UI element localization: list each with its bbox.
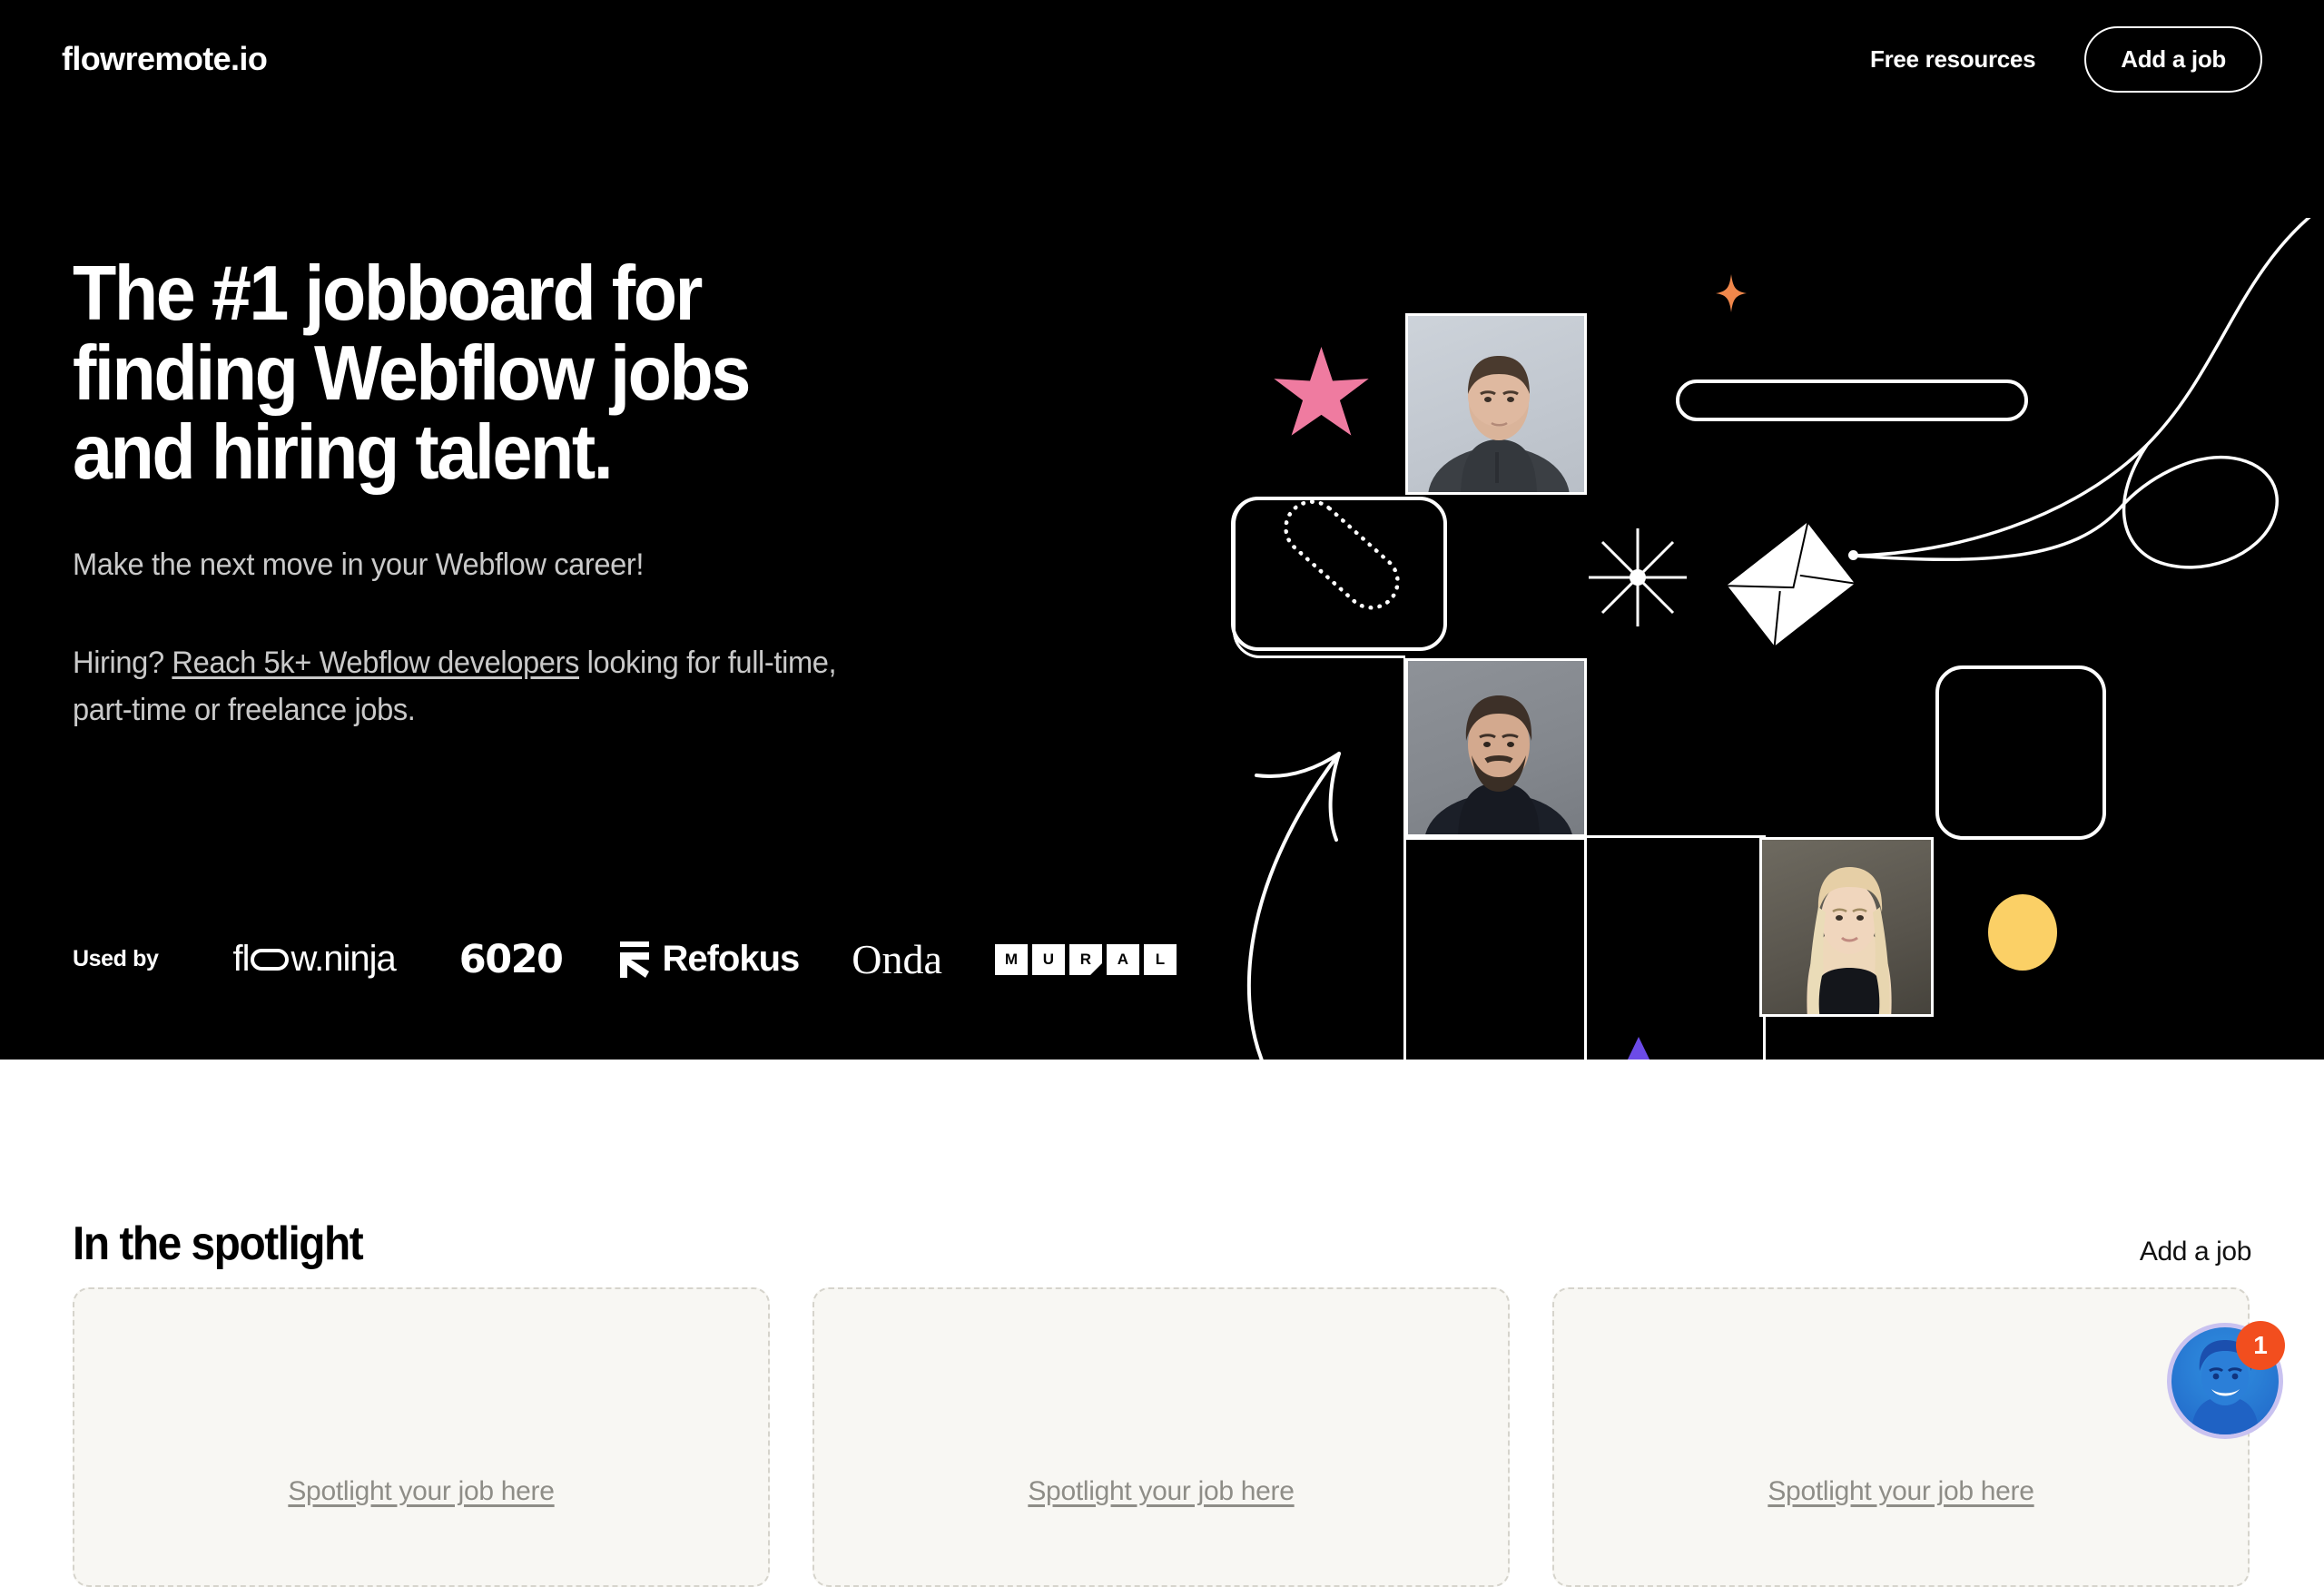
envelope-icon [1725, 520, 1857, 649]
chat-unread-badge: 1 [2236, 1321, 2285, 1370]
spotlight-header: In the spotlight Add a job [73, 1217, 2251, 1271]
portrait-bearded-man [1405, 658, 1587, 837]
mural-tile-a: A [1106, 943, 1139, 975]
grid-line-h3 [1403, 1020, 1406, 1060]
spotlight-your-job-link[interactable]: Spotlight your job here [1028, 1476, 1295, 1507]
logo-onda: Onda [852, 936, 942, 982]
used-by-label: Used by [73, 946, 159, 971]
mural-tile-u: U [1031, 943, 1065, 975]
purple-triangle [1613, 1037, 1664, 1060]
swirl-line [1852, 218, 2311, 569]
pink-star-icon [1274, 347, 1369, 436]
curved-arrow-icon [1246, 752, 1341, 1060]
mural-tile-m: M [994, 943, 1028, 975]
page-title: The #1 jobboard for finding Webflow jobs… [73, 251, 751, 497]
logo-6020: 6020 [458, 936, 564, 982]
portrait-young-man [1405, 313, 1587, 495]
refokus-mark-icon [620, 941, 650, 978]
top-navigation: flowremote.io Free resources Add a job [0, 0, 2324, 118]
spotlight-section: In the spotlight Add a job Spotlight you… [0, 1060, 2324, 1587]
spotlight-add-job-link[interactable]: Add a job [2140, 1237, 2252, 1271]
add-job-button[interactable]: Add a job [2084, 25, 2262, 93]
logo-refokus: Refokus [618, 939, 800, 980]
hero-section: flowremote.io Free resources Add a job T… [0, 0, 2324, 1060]
logo-flow-ninja: fl w.ninja [232, 939, 396, 979]
flow-ninja-oval-icon [251, 948, 290, 971]
grid-line-h2 [1584, 835, 1766, 838]
site-logo[interactable]: flowremote.io [62, 40, 268, 78]
hiring-prefix: Hiring? [73, 645, 172, 680]
mural-tile-r: R [1068, 943, 1102, 975]
hero-subtitle: Make the next move in your Webflow caree… [73, 547, 645, 582]
grid-line-h1 [1403, 837, 1587, 840]
spotlight-card[interactable]: Spotlight your job here [1552, 1287, 2250, 1587]
spotlight-title: In the spotlight [73, 1217, 364, 1270]
chat-widget[interactable]: 1 [2167, 1321, 2285, 1439]
nav-link-free-resources[interactable]: Free resources [1870, 45, 2036, 74]
refokus-wordmark: Refokus [662, 939, 800, 979]
used-by-row: Used by fl w.ninja 6020 Refokus Onda M U … [73, 935, 1177, 983]
spotlight-card-list: Spotlight your job here Spotlight your j… [73, 1287, 2250, 1587]
spotlight-card[interactable]: Spotlight your job here [73, 1287, 770, 1587]
hero-copy: The #1 jobboard for finding Webflow jobs… [73, 254, 1089, 734]
mural-tile-l: L [1143, 943, 1177, 975]
grid-line-v2 [1584, 837, 1587, 1060]
hero-hiring-text: Hiring? Reach 5k+ Webflow developers loo… [73, 639, 883, 734]
spotlight-card[interactable]: Spotlight your job here [812, 1287, 1510, 1587]
nav-actions: Free resources Add a job [1870, 25, 2262, 93]
spotlight-your-job-link[interactable]: Spotlight your job here [288, 1476, 555, 1507]
reach-developers-link[interactable]: Reach 5k+ Webflow developers [172, 646, 579, 680]
yellow-ellipse [1988, 894, 2057, 971]
spotlight-your-job-link[interactable]: Spotlight your job here [1768, 1476, 2034, 1507]
portrait-blonde-woman [1759, 837, 1934, 1017]
orange-sparkle-icon [1716, 274, 1747, 312]
logo-mural: M U R A L [994, 943, 1177, 975]
rounded-box-outline-right [1935, 665, 2106, 840]
starburst-icon [1589, 528, 1687, 626]
